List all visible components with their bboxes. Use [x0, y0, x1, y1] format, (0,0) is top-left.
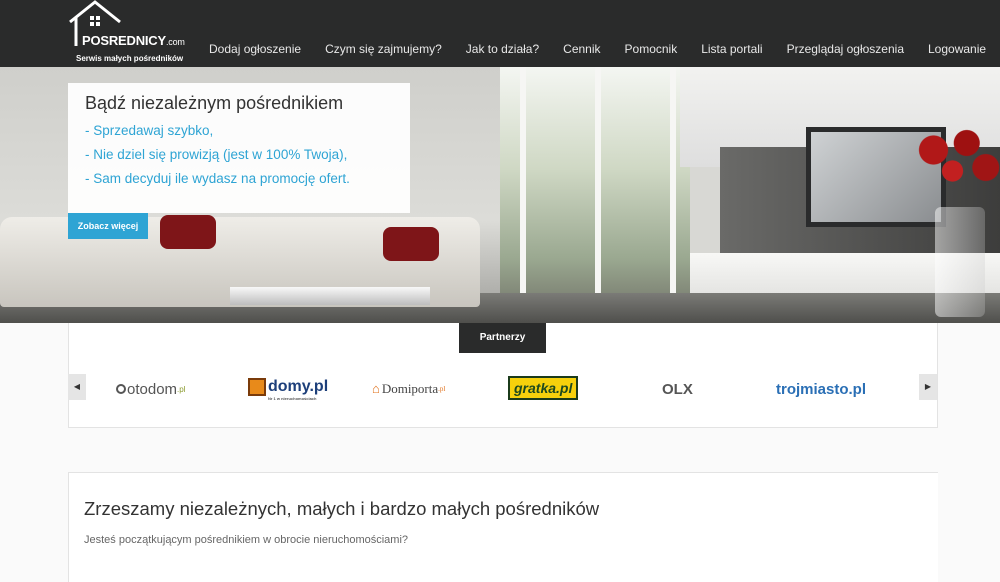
- domiporta-house-icon: ⌂: [372, 381, 380, 396]
- nav-add-listing[interactable]: Dodaj ogłoszenie: [209, 42, 301, 56]
- nav-helper[interactable]: Pomocnik: [625, 42, 678, 56]
- domy-logo-mark-icon: [248, 377, 266, 396]
- partner-logo-trojmiasto[interactable]: trojmiasto.pl: [776, 374, 866, 404]
- otodom-logo-mark-icon: [116, 384, 126, 394]
- partner-logo-gratka[interactable]: gratka.pl: [508, 376, 579, 400]
- see-more-button[interactable]: Zobacz więcej: [68, 213, 148, 239]
- partner-logo-olx[interactable]: OLX: [662, 374, 693, 404]
- logo-text: POSREDNICY.com: [82, 33, 185, 48]
- hero-line: - Sprzedawaj szybko,: [85, 123, 214, 138]
- logo-tagline: Serwis małych pośredników: [76, 54, 184, 63]
- nav-portals[interactable]: Lista portali: [701, 42, 762, 56]
- carousel-prev-icon[interactable]: ◀: [68, 374, 86, 400]
- flowers-image: [905, 122, 1000, 192]
- nav-pricing[interactable]: Cennik: [563, 42, 600, 56]
- nav-how-it-works[interactable]: Jak to działa?: [466, 42, 539, 56]
- hero-title: Bądź niezależnym pośrednikiem: [85, 93, 344, 113]
- nav-browse-listings[interactable]: Przeglądaj ogłoszenia: [787, 42, 904, 56]
- nav-about[interactable]: Czym się zajmujemy?: [325, 42, 442, 56]
- content-section: Zrzeszamy niezależnych, małych i bardzo …: [68, 472, 938, 582]
- hero-caption: Bądź niezależnym pośrednikiem - Sprzedaw…: [68, 83, 410, 213]
- hero-line: - Sam decyduj ile wydasz na promocję ofe…: [85, 171, 350, 186]
- carousel-next-icon[interactable]: ▶: [919, 374, 937, 400]
- site-logo[interactable]: POSREDNICY.com Serwis małych pośredników: [68, 0, 193, 67]
- partner-logo-otodom[interactable]: otodom .pl: [116, 374, 186, 404]
- content-title: Zrzeszamy niezależnych, małych i bardzo …: [84, 498, 600, 519]
- partner-logo-domy[interactable]: domy.pl Nr 1 w nieruchomościach: [248, 374, 328, 404]
- hero-line: - Nie dziel się prowizją (jest w 100% Tw…: [85, 147, 348, 162]
- main-nav: Dodaj ogłoszenie Czym się zajmujemy? Jak…: [197, 42, 998, 56]
- top-navbar: POSREDNICY.com Serwis małych pośredników…: [0, 0, 1000, 67]
- partners-tab: Partnerzy: [459, 323, 546, 353]
- partner-logos: otodom .pl domy.pl Nr 1 w nieruchomościac…: [100, 374, 900, 404]
- content-text: Jesteś początkującym pośrednikiem w obro…: [84, 534, 409, 546]
- partner-logo-domiporta[interactable]: ⌂ Domiporta .pl: [372, 374, 445, 404]
- nav-login[interactable]: Logowanie: [928, 42, 986, 56]
